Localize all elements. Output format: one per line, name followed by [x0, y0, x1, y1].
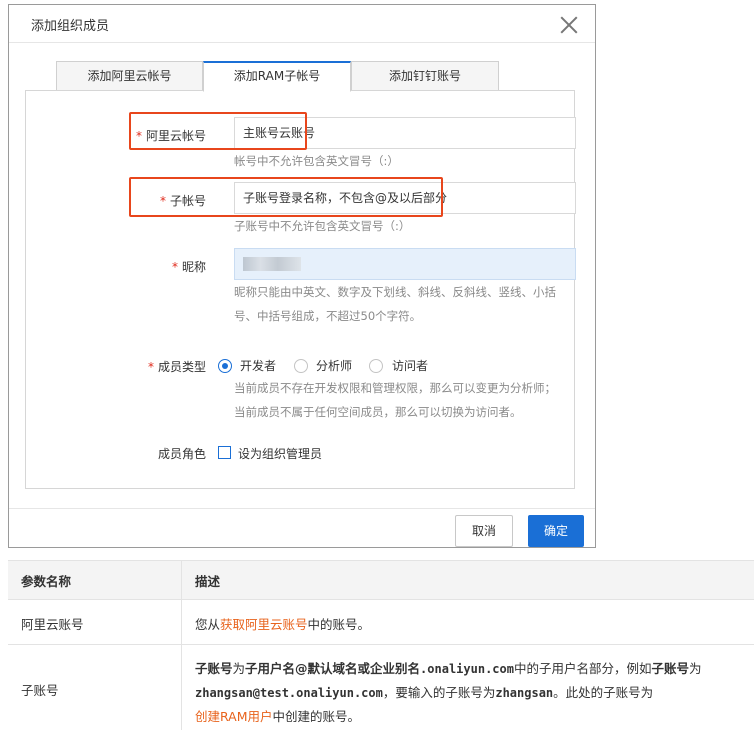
desc-part: 。此处的子账号为 — [553, 685, 654, 700]
table-header-row — [8, 560, 754, 600]
desc-part: zhangsan@test.onaliyun.com — [195, 686, 383, 700]
highlight-box-aliyun-account — [129, 112, 307, 150]
cancel-button[interactable]: 取消 — [455, 515, 513, 547]
member-type-label-text: 成员类型 — [157, 360, 206, 374]
nickname-hint-line1: 昵称只能由中英文、数字及下划线、斜线、反斜线、竖线、小括 — [234, 285, 556, 299]
radio-analyst[interactable] — [294, 359, 308, 373]
desc-part: 为 — [689, 661, 702, 676]
radio-developer-label[interactable]: 开发者 — [240, 357, 276, 374]
row1-param-name: 阿里云账号 — [21, 617, 84, 632]
create-ram-user-link[interactable]: 创建RAM用户 — [195, 709, 273, 724]
row1-desc-prefix: 您从 — [195, 617, 221, 632]
nickname-label-text: 昵称 — [181, 260, 206, 274]
table-column-divider — [181, 560, 182, 730]
nickname-label: * 昵称 — [96, 258, 206, 275]
radio-visitor[interactable] — [369, 359, 383, 373]
sub-account-hint: 子账号中不允许包含英文冒号（:） — [234, 219, 411, 233]
desc-part: 为 — [232, 661, 246, 676]
desc-part: zhangsan — [495, 686, 554, 700]
highlight-box-sub-account — [129, 177, 443, 217]
dialog-footer-divider — [9, 508, 595, 509]
org-admin-checkbox[interactable] — [218, 446, 231, 459]
desc-part: 子用户名@默认域名或企业别名 — [245, 661, 421, 676]
member-role-label: 成员角色 — [157, 447, 206, 461]
dialog-header-divider — [9, 42, 595, 43]
table-row — [8, 600, 754, 645]
parameter-table: 参数名称 描述 阿里云账号 您从获取阿里云账号中的账号。 子账号 子账号为子用户… — [8, 560, 754, 730]
dialog-title: 添加组织成员 — [31, 19, 110, 34]
desc-part: 中创建的账号。 — [272, 709, 361, 724]
confirm-button[interactable]: 确定 — [528, 515, 584, 547]
org-admin-checkbox-label[interactable]: 设为组织管理员 — [238, 445, 322, 462]
nickname-hint-line2: 号、中括号组成，不超过50个字符。 — [234, 309, 422, 323]
aliyun-account-hint: 帐号中不允许包含英文冒号（:） — [234, 154, 399, 168]
blurred-nickname — [243, 257, 301, 271]
member-type-hint-line2: 当前成员不属于任何空间成员，那么可以切换为访问者。 — [234, 405, 522, 419]
desc-part: .onaliyun.com — [420, 662, 514, 676]
add-member-dialog: 添加组织成员 添加阿里云帐号 添加RAM子帐号 添加钉钉账号 * 阿里云帐号 主账… — [8, 4, 596, 548]
row1-description: 您从获取阿里云账号中的账号。 — [195, 614, 370, 633]
radio-visitor-label[interactable]: 访问者 — [392, 357, 428, 374]
member-type-hint-line1: 当前成员不存在开发权限和管理权限，那么可以变更为分析师； — [234, 381, 556, 395]
radio-developer[interactable] — [218, 359, 232, 373]
row2-description: 子账号为子用户名@默认域名或企业别名.onaliyun.com中的子用户名部分，… — [195, 657, 751, 729]
member-type-label: * 成员类型 — [96, 358, 206, 375]
radio-analyst-label[interactable]: 分析师 — [316, 357, 352, 374]
close-icon[interactable] — [559, 14, 579, 34]
row1-desc-suffix: 中的账号。 — [307, 617, 371, 632]
required-mark: * — [171, 260, 178, 274]
tab-add-ram-sub-account[interactable]: 添加RAM子帐号 — [203, 61, 351, 92]
required-mark: * — [147, 360, 154, 374]
row2-param-name: 子账号 — [21, 683, 59, 698]
tab-add-dingtalk-account[interactable]: 添加钉钉账号 — [351, 61, 499, 91]
desc-part: 子账号 — [651, 661, 689, 676]
header-param-name: 参数名称 — [21, 574, 72, 589]
desc-part: ，要输入的子账号为 — [382, 685, 496, 700]
get-aliyun-account-link[interactable]: 获取阿里云账号 — [220, 617, 308, 632]
desc-part: 中的子用户名部分，例如 — [513, 661, 652, 676]
nickname-input[interactable] — [234, 248, 576, 280]
header-description: 描述 — [195, 574, 221, 589]
desc-part: 子账号 — [195, 661, 233, 676]
tab-add-aliyun-account[interactable]: 添加阿里云帐号 — [56, 61, 203, 91]
